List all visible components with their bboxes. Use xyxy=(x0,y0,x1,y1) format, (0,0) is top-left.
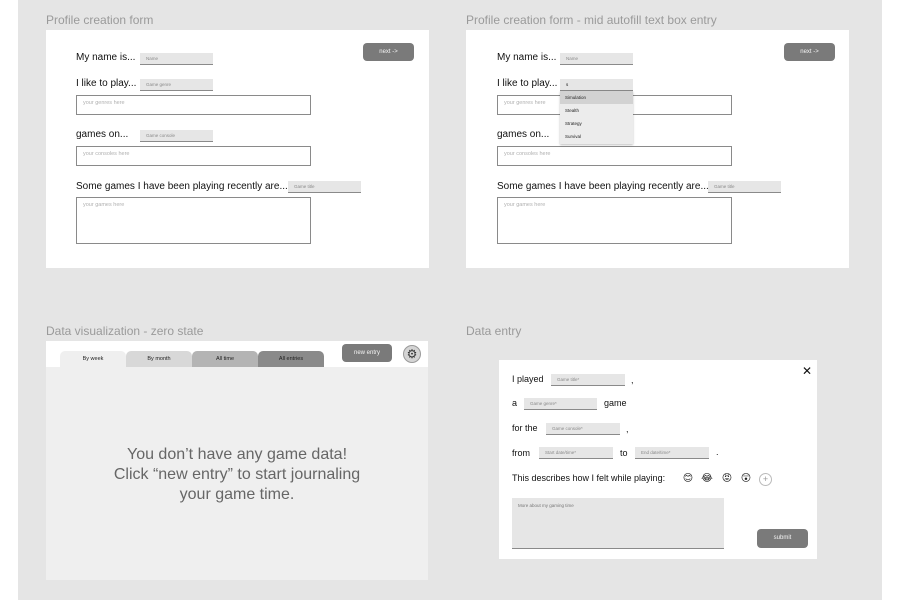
for-the-label: for the xyxy=(512,423,538,433)
genres-box[interactable]: your genres here xyxy=(76,95,311,115)
dropdown-option-simulation[interactable]: Simulation xyxy=(560,91,633,104)
name-label: My name is... xyxy=(76,52,136,63)
autofill-dropdown: Simulation Stealth Strategy Survival xyxy=(560,91,633,144)
empty-state-line3: your game time. xyxy=(179,486,295,503)
add-emoji-icon[interactable]: + xyxy=(759,473,772,486)
console-label: games on... xyxy=(76,129,129,140)
name-label: My name is... xyxy=(497,52,557,63)
games-box[interactable]: your games here xyxy=(497,197,732,244)
next-button[interactable]: next -> xyxy=(784,43,835,61)
game-genre-input[interactable]: Game genre* xyxy=(524,398,597,410)
dropdown-option-stealth[interactable]: Stealth xyxy=(560,104,633,117)
data-entry-modal: ✕ I played Game title* , a Game genre* g… xyxy=(499,360,817,559)
surprised-emoji-icon[interactable]: 😲 xyxy=(740,473,752,485)
a-label: a xyxy=(512,398,518,408)
laugh-emoji-icon[interactable]: 😂 xyxy=(701,473,713,485)
played-label: I played xyxy=(512,374,544,384)
game-title-input[interactable]: Game title xyxy=(288,181,361,193)
genre-input-typing[interactable]: s xyxy=(560,79,633,91)
end-date-input[interactable]: End date/time* xyxy=(635,447,709,459)
play-label: I like to play... xyxy=(497,78,558,89)
start-date-input[interactable]: Start date/time* xyxy=(539,447,613,459)
design-board: Profile creation form next -> My name is… xyxy=(18,0,882,600)
empty-state-message: You don’t have any game data! Click “new… xyxy=(46,445,428,505)
tab-all-entries[interactable]: All entries xyxy=(258,351,324,367)
smile-emoji-icon[interactable]: 😊 xyxy=(682,473,694,485)
tab-all-time[interactable]: All time xyxy=(192,351,258,367)
profile-form-frame: next -> My name is... Name I like to pla… xyxy=(46,30,429,268)
recent-games-label: Some games I have been playing recently … xyxy=(497,181,709,192)
console-input[interactable]: Game console xyxy=(140,130,213,142)
frame-title-dataviz: Data visualization - zero state xyxy=(46,324,204,338)
comma-text-2: , xyxy=(626,424,629,434)
profile-autofill-frame: next -> My name is... Name I like to pla… xyxy=(466,30,849,268)
settings-gear-icon[interactable]: ⚙ xyxy=(403,345,421,363)
next-button[interactable]: next -> xyxy=(363,43,414,61)
empty-state-line1: You don’t have any game data! xyxy=(126,446,348,463)
tab-by-week[interactable]: By week xyxy=(60,351,126,367)
play-label: I like to play... xyxy=(76,78,137,89)
frame-title-autofill: Profile creation form - mid autofill tex… xyxy=(466,13,717,27)
tab-by-month[interactable]: By month xyxy=(126,351,192,367)
frame-title-profile: Profile creation form xyxy=(46,13,154,27)
name-input[interactable]: Name xyxy=(140,53,213,65)
dropdown-option-survival[interactable]: Survival xyxy=(560,130,633,143)
game-console-input[interactable]: Game console* xyxy=(546,423,620,435)
recent-games-label: Some games I have been playing recently … xyxy=(76,181,288,192)
comma-text: , xyxy=(631,375,634,385)
to-label: to xyxy=(620,448,628,458)
genre-input[interactable]: Game genre xyxy=(140,79,213,91)
game-title-input[interactable]: Game title xyxy=(708,181,781,193)
new-entry-button[interactable]: new entry xyxy=(342,344,392,362)
data-entry-frame: ✕ I played Game title* , a Game genre* g… xyxy=(466,341,849,580)
game-label: game xyxy=(604,398,627,408)
close-icon[interactable]: ✕ xyxy=(802,365,812,377)
game-title-input[interactable]: Game title* xyxy=(551,374,625,386)
games-box[interactable]: your games here xyxy=(76,197,311,244)
angry-emoji-icon[interactable]: 😡 xyxy=(721,473,733,485)
dataviz-frame: By week By month All time All entries ne… xyxy=(46,341,428,580)
consoles-box[interactable]: your consoles here xyxy=(497,146,732,166)
consoles-box[interactable]: your consoles here xyxy=(76,146,311,166)
dropdown-option-strategy[interactable]: Strategy xyxy=(560,117,633,130)
feel-label: This describes how I felt while playing: xyxy=(512,473,666,483)
period-text: . xyxy=(716,447,719,457)
more-about-textarea[interactable]: More about my gaming time xyxy=(512,498,724,549)
empty-state-line2: Click “new entry” to start journaling xyxy=(113,466,361,483)
name-input[interactable]: Name xyxy=(560,53,633,65)
frame-title-data-entry: Data entry xyxy=(466,324,522,338)
console-label: games on... xyxy=(497,129,550,140)
from-label: from xyxy=(512,448,530,458)
submit-button[interactable]: submit xyxy=(757,529,808,548)
